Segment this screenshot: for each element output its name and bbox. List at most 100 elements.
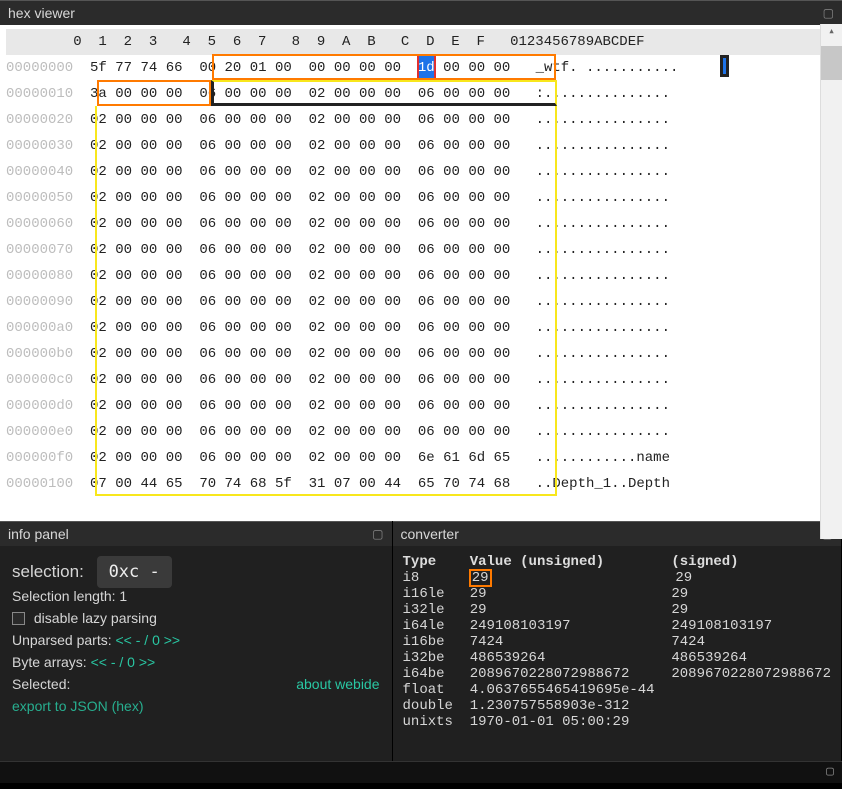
hex-byte[interactable]: 00 [468,55,485,81]
hex-byte[interactable]: 00 [166,133,183,159]
hex-byte[interactable]: 00 [468,315,485,341]
hex-byte[interactable]: 00 [334,81,351,107]
hex-row[interactable]: 00000010 3a 00 00 00 06 00 00 00 02 00 0… [6,81,842,107]
hex-byte[interactable]: 1d [418,55,435,81]
hex-byte[interactable]: 00 [494,393,511,419]
hex-byte[interactable]: 02 [90,367,107,393]
hex-byte[interactable]: 00 [384,133,401,159]
hex-byte[interactable]: 00 [384,315,401,341]
hex-row[interactable]: 000000e0 02 00 00 00 06 00 00 00 02 00 0… [6,419,842,445]
hex-byte[interactable]: 00 [443,81,460,107]
hex-byte[interactable]: 02 [90,237,107,263]
hex-byte[interactable]: 00 [166,263,183,289]
hex-byte[interactable]: 00 [494,159,511,185]
hex-byte[interactable]: 70 [199,471,216,497]
hex-byte[interactable]: 00 [140,133,157,159]
hex-byte[interactable]: 02 [309,211,326,237]
hex-byte[interactable]: 06 [418,341,435,367]
maximize-icon[interactable]: ▢ [823,6,834,20]
hex-byte[interactable]: 00 [275,315,292,341]
hex-byte[interactable]: 00 [334,419,351,445]
hex-byte[interactable]: 00 [359,393,376,419]
hex-byte[interactable]: 00 [250,185,267,211]
hex-byte[interactable]: 00 [225,263,242,289]
hex-byte[interactable]: 00 [250,341,267,367]
hex-byte[interactable]: 00 [225,445,242,471]
hex-byte[interactable]: 00 [468,237,485,263]
hex-byte[interactable]: 00 [166,211,183,237]
hex-byte[interactable]: 00 [115,185,132,211]
hex-byte[interactable]: 00 [115,393,132,419]
hex-byte[interactable]: 06 [199,211,216,237]
hex-byte[interactable]: 02 [90,263,107,289]
hex-byte[interactable]: 00 [166,419,183,445]
hex-byte[interactable]: 00 [494,237,511,263]
hex-byte[interactable]: 00 [334,315,351,341]
hex-byte[interactable]: 02 [90,133,107,159]
hex-byte[interactable]: 00 [225,81,242,107]
hex-byte[interactable]: 00 [443,185,460,211]
hex-byte[interactable]: 00 [359,445,376,471]
hex-row[interactable]: 000000c0 02 00 00 00 06 00 00 00 02 00 0… [6,367,842,393]
hex-byte[interactable]: 00 [225,315,242,341]
hex-byte[interactable]: 00 [494,133,511,159]
hex-byte[interactable]: 06 [199,81,216,107]
hex-byte[interactable]: 3a [90,81,107,107]
hex-byte[interactable]: 02 [309,289,326,315]
hex-byte[interactable]: 00 [494,289,511,315]
hex-byte[interactable]: 02 [309,315,326,341]
hex-row[interactable]: 00000030 02 00 00 00 06 00 00 00 02 00 0… [6,133,842,159]
hex-byte[interactable]: 00 [494,81,511,107]
hex-byte[interactable]: 02 [309,159,326,185]
hex-byte[interactable]: 31 [309,471,326,497]
hex-byte[interactable]: 02 [90,315,107,341]
hex-byte[interactable]: 74 [140,55,157,81]
hex-byte[interactable]: 02 [309,81,326,107]
hex-byte[interactable]: 20 [225,55,242,81]
hex-byte[interactable]: 00 [359,159,376,185]
hex-byte[interactable]: 00 [275,289,292,315]
hex-byte[interactable]: 00 [334,445,351,471]
hex-byte[interactable]: 00 [359,367,376,393]
hex-byte[interactable]: 06 [418,107,435,133]
hex-byte[interactable]: 00 [443,419,460,445]
hex-byte[interactable]: 00 [140,237,157,263]
hex-byte[interactable]: 00 [359,263,376,289]
hex-byte[interactable]: 06 [199,185,216,211]
hex-byte[interactable]: 02 [90,393,107,419]
hex-byte[interactable]: 65 [494,445,511,471]
hex-byte[interactable]: 00 [443,263,460,289]
hex-byte[interactable]: 00 [140,367,157,393]
hex-byte[interactable]: 00 [334,237,351,263]
hex-byte[interactable]: 00 [468,393,485,419]
hex-byte[interactable]: 00 [140,107,157,133]
hex-byte[interactable]: 00 [494,211,511,237]
hex-byte[interactable]: 00 [115,341,132,367]
hex-byte[interactable]: 00 [275,185,292,211]
hex-byte[interactable]: 00 [115,315,132,341]
hex-byte[interactable]: 00 [166,367,183,393]
hex-byte[interactable]: 00 [250,237,267,263]
hex-byte[interactable]: 00 [359,315,376,341]
hex-byte[interactable]: 00 [275,393,292,419]
hex-byte[interactable]: 07 [334,471,351,497]
hex-byte[interactable]: 00 [334,263,351,289]
hex-byte[interactable]: 00 [250,81,267,107]
hex-byte[interactable]: 00 [443,211,460,237]
hex-row[interactable]: 00000000 5f 77 74 66 00 20 01 00 00 00 0… [6,55,842,81]
hex-byte[interactable]: 00 [166,315,183,341]
hex-byte[interactable]: 00 [334,133,351,159]
hex-byte[interactable]: 00 [443,133,460,159]
hex-byte[interactable]: 61 [443,445,460,471]
hex-byte[interactable]: 00 [250,211,267,237]
hex-byte[interactable]: 00 [384,263,401,289]
hex-byte[interactable]: 00 [115,445,132,471]
hex-byte[interactable]: 00 [384,445,401,471]
hex-byte[interactable]: 02 [309,393,326,419]
hex-byte[interactable]: 00 [275,367,292,393]
hex-byte[interactable]: 6e [418,445,435,471]
hex-byte[interactable]: 00 [140,185,157,211]
hex-byte[interactable]: 00 [115,211,132,237]
hex-byte[interactable]: 00 [115,471,132,497]
hex-byte[interactable]: 00 [275,263,292,289]
